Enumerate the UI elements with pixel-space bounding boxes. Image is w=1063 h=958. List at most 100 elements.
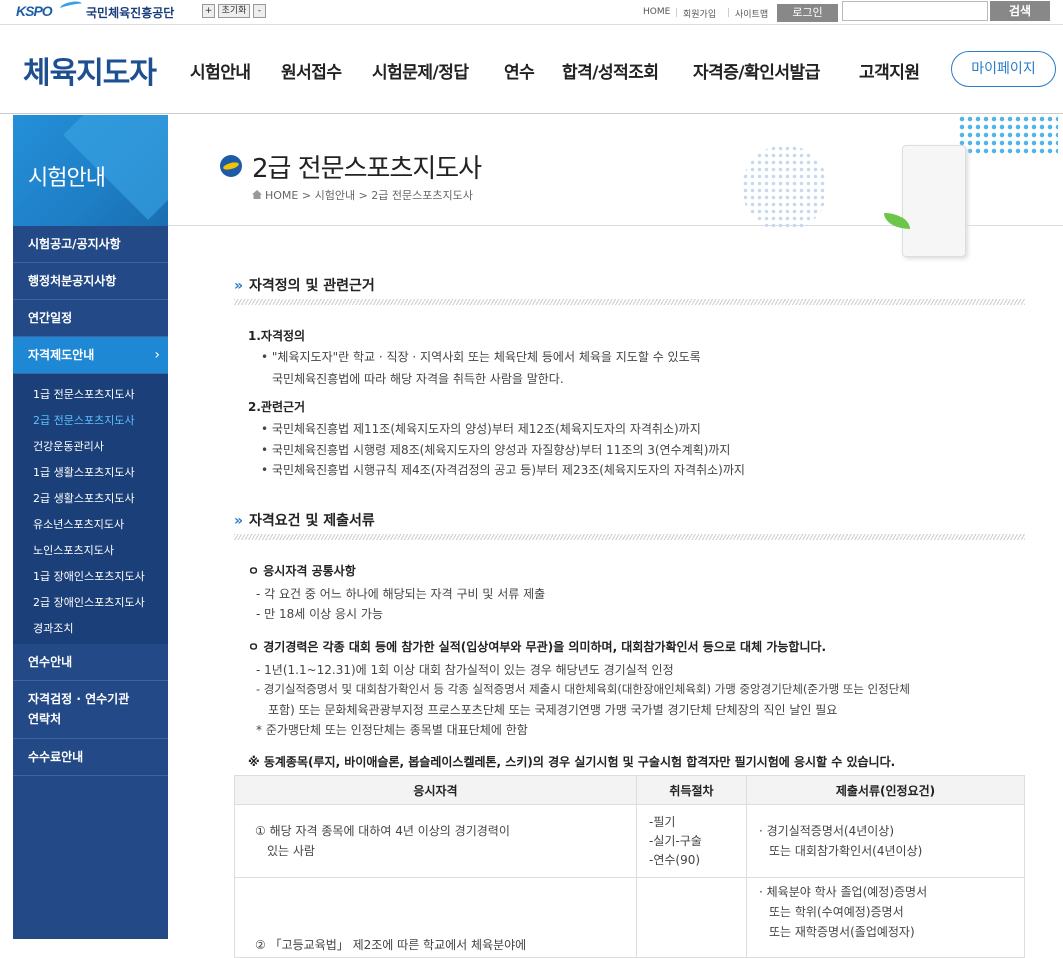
sidebar-item-fees[interactable]: 수수료안내 — [13, 739, 168, 776]
sidebar-item-label: 시험공고/공지사항 — [28, 237, 121, 251]
double-chevron-icon: » — [234, 513, 244, 529]
menu-exam-answers[interactable]: 시험문제/정답 — [372, 58, 469, 83]
kspo-logo[interactable]: KSPO — [16, 3, 53, 19]
sidebar-item-label: 연간일정 — [28, 311, 73, 325]
table-row: ② 「고등교육법」 제2조에 따른 학교에서 체육분야에 · 체육분야 학사 졸… — [234, 877, 1025, 958]
main-navigation: 체육지도자 시험안내 원서접수 시험문제/정답 연수 합격/성적조회 자격증/확… — [0, 26, 1063, 114]
sidebar-item-label: 자격검정 · 연수기관 — [28, 692, 130, 706]
table-cell: ① 해당 자격 종목에 대하여 4년 이상의 경기경력이 있는 사람 — [234, 804, 637, 878]
menu-application[interactable]: 원서접수 — [281, 58, 342, 83]
sidebar-item-notices[interactable]: 시험공고/공지사항 — [13, 226, 168, 263]
site-brand[interactable]: 체육지도자 — [23, 48, 157, 92]
sidebar-item-label: 행정처분공지사항 — [28, 274, 117, 288]
circle-bullet-icon: ㅇ — [248, 640, 260, 654]
sidebar-item-label: 연수안내 — [28, 655, 73, 669]
divider — [676, 8, 677, 17]
cell-text: 또는 학위(수여예정)증명서 — [769, 905, 904, 919]
cell-text: · 경기실적증명서(4년이상) — [759, 824, 895, 838]
requirements-table: 응시자격 취득절차 제출서류(인정요건) ① 해당 자격 종목에 대하여 4년 … — [234, 775, 1025, 958]
circle-bullet-icon: ㅇ — [248, 564, 260, 578]
menu-training[interactable]: 연수 — [504, 58, 535, 83]
submenu-item-active[interactable]: 2급 전문스포츠지도사 — [33, 412, 135, 428]
breadcrumb: HOME > 시험안내 > 2급 전문스포츠지도사 — [252, 187, 473, 203]
logo-swoosh-icon — [59, 0, 83, 13]
divider — [728, 8, 729, 17]
bullet-text: • 국민체육진흥법 시행규칙 제4조(자격검정의 공고 등)부터 제23조(체육… — [261, 463, 745, 477]
law-line: 국민체육진흥법 시행령 제8조(체육지도자의 양성과 자질향상)부터 11조의 … — [271, 443, 731, 457]
menu-support[interactable]: 고객지원 — [859, 58, 920, 83]
sidebar-item-training[interactable]: 연수안내 — [13, 644, 168, 681]
document-illustration-icon — [902, 145, 966, 257]
double-chevron-icon: » — [234, 278, 244, 294]
submenu-item[interactable]: 1급 전문스포츠지도사 — [33, 386, 135, 402]
sidebar-item-contacts[interactable]: 자격검정 · 연수기관 연락처 — [13, 681, 168, 739]
career-title: ㅇ 경기경력은 각종 대회 등에 참가한 실적(입상여부와 무관)을 의미하며,… — [248, 638, 826, 655]
mypage-button[interactable]: 마이페이지 — [951, 51, 1056, 87]
table-cell — [636, 877, 747, 958]
page-header: 2급 전문스포츠지도사 HOME > 시험안내 > 2급 전문스포츠지도사 — [168, 115, 1063, 257]
submenu-item[interactable]: 2급 생활스포츠지도사 — [33, 490, 135, 506]
table-cell: · 경기실적증명서(4년이상) 또는 대회참가확인서(4년이상) — [746, 804, 1025, 878]
column-header: 제출서류(인정요건) — [746, 775, 1025, 805]
menu-certificate[interactable]: 자격증/확인서발급 — [693, 58, 820, 83]
section-heading: » 자격요건 및 제출서류 — [234, 510, 375, 530]
breadcrumb-item[interactable]: 시험안내 — [315, 189, 355, 202]
submenu-item[interactable]: 1급 장애인스포츠지도사 — [33, 568, 145, 584]
decorative-dots — [742, 145, 828, 231]
submenu-item[interactable]: 노인스포츠지도사 — [33, 542, 114, 558]
login-button[interactable]: 로그인 — [777, 4, 838, 22]
cell-text: 있는 사람 — [267, 844, 315, 858]
bullet-text: • "체육지도자"란 학교 · 직장 · 지역사회 또는 체육단체 등에서 체육… — [261, 350, 701, 364]
home-link[interactable]: HOME — [643, 7, 670, 17]
home-icon — [252, 190, 262, 199]
table-row: ① 해당 자격 종목에 대하여 4년 이상의 경기경력이 있는 사람 -필기 -실기… — [234, 804, 1025, 878]
submenu-item[interactable]: 건강운동관리사 — [33, 438, 104, 454]
bullet-text: • 국민체육진흥법 제11조(체육지도자의 양성)부터 제12조(체육지도자의 … — [261, 422, 701, 436]
menu-exam-info[interactable]: 시험안내 — [190, 58, 251, 83]
requirement-line: - 각 요건 중 어느 하나에 해당되는 자격 구비 및 서류 제출 — [256, 587, 546, 601]
search-input[interactable] — [842, 1, 988, 21]
section-heading-text: 자격요건 및 제출서류 — [249, 513, 375, 529]
submenu-item[interactable]: 경과조치 — [33, 620, 73, 636]
cell-text: -필기 — [649, 814, 676, 829]
divider — [234, 299, 1025, 305]
definition-heading: 1.자격정의 — [248, 329, 306, 343]
sidebar-submenu: 1급 전문스포츠지도사 2급 전문스포츠지도사 건강운동관리사 1급 생활스포츠… — [13, 374, 168, 644]
cell-text: -실기-구술 — [649, 833, 702, 848]
submenu-item[interactable]: 2급 장애인스포츠지도사 — [33, 594, 145, 610]
career-line: - 1년(1.1~12.31)에 1회 이상 대회 참가실적이 있는 경우 해당… — [256, 663, 674, 677]
law-line: 국민체육진흥법 제11조(체육지도자의 양성)부터 제12조(체육지도자의 자격… — [271, 422, 701, 436]
org-name[interactable]: 국민체육진흥공단 — [86, 4, 174, 21]
section-heading-text: 자격정의 및 관련근거 — [249, 278, 375, 294]
bullet-text: • 국민체육진흥법 시행령 제8조(체육지도자의 양성과 자질향상)부터 11조… — [261, 443, 731, 457]
cell-text: ② 「고등교육법」 제2조에 따른 학교에서 체육분야에 — [255, 938, 527, 952]
sitemap-link[interactable]: 사이트맵 — [735, 7, 768, 20]
cell-text: 또는 대회참가확인서(4년이상) — [769, 844, 923, 858]
font-reset-button[interactable]: 초기화 — [218, 4, 250, 18]
submenu-item[interactable]: 1급 생활스포츠지도사 — [33, 464, 135, 480]
divider — [234, 534, 1025, 540]
section-heading: » 자격정의 및 관련근거 — [234, 275, 375, 295]
breadcrumb-home[interactable]: HOME — [265, 189, 298, 202]
font-decrease-button[interactable]: - — [253, 4, 266, 18]
sidebar-item-admin-notices[interactable]: 행정처분공지사항 — [13, 263, 168, 300]
search-button[interactable]: 검색 — [990, 1, 1050, 21]
table-header-row: 응시자격 취득절차 제출서류(인정요건) — [234, 775, 1025, 805]
font-increase-button[interactable]: + — [202, 4, 215, 18]
table-cell: · 체육분야 학사 졸업(예정)증명서 또는 학위(수여예정)증명서 또는 재학증명… — [746, 877, 1025, 958]
common-title-text: 응시자격 공통사항 — [263, 564, 356, 578]
breadcrumb-current: 2급 전문스포츠지도사 — [371, 189, 473, 202]
sidebar-item-system-info[interactable]: 자격제도안내 › — [13, 337, 168, 374]
definition-line: 국민체육진흥법에 따라 해당 자격을 취득한 사람을 말한다. — [272, 372, 564, 386]
main-content: 2급 전문스포츠지도사 HOME > 시험안내 > 2급 전문스포츠지도사 » 자… — [168, 115, 1063, 958]
sidebar-item-label: 수수료안내 — [28, 750, 84, 764]
sidebar-item-schedule[interactable]: 연간일정 — [13, 300, 168, 337]
join-link[interactable]: 회원가입 — [683, 7, 716, 20]
career-title-text: 경기경력은 각종 대회 등에 참가한 실적(입상여부와 무관)을 의미하며, 대… — [263, 640, 827, 654]
law-line: 국민체육진흥법 시행규칙 제4조(자격검정의 공고 등)부터 제23조(체육지도… — [271, 463, 745, 477]
sidebar-header: 시험안내 — [13, 115, 168, 226]
submenu-item[interactable]: 유소년스포츠지도사 — [33, 516, 124, 532]
menu-results[interactable]: 합격/성적조회 — [562, 58, 659, 83]
table-cell: ② 「고등교육법」 제2조에 따른 학교에서 체육분야에 — [234, 877, 637, 958]
chevron-right-icon: › — [154, 347, 160, 363]
